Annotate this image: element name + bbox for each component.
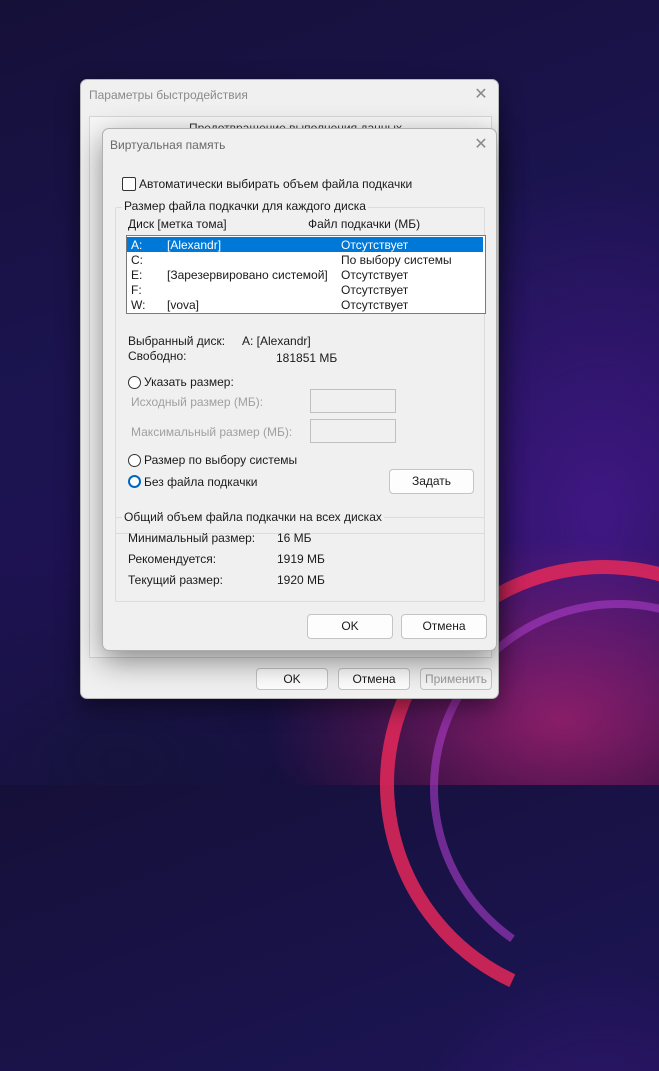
virtual-memory-title: Виртуальная память (110, 138, 226, 152)
recommended-value: 1919 МБ (277, 552, 325, 566)
set-button[interactable]: Задать (389, 469, 474, 494)
no-pagefile-radio[interactable] (128, 475, 141, 488)
max-size-label: Максимальный размер (МБ): (131, 425, 293, 439)
ok-button[interactable]: OK (307, 614, 393, 639)
back-cancel-button[interactable]: Отмена (338, 668, 410, 690)
drive-row[interactable]: E: [Зарезервировано системой] Отсутствуе… (127, 267, 483, 282)
column-header-disk: Диск [метка тома] (128, 217, 227, 231)
max-size-input[interactable] (310, 419, 396, 443)
drive-letter: C: (131, 253, 143, 267)
close-icon[interactable]: ✕ (474, 87, 488, 103)
initial-size-label: Исходный размер (МБ): (131, 395, 264, 409)
drive-row[interactable]: W: [vova] Отсутствует (127, 297, 483, 312)
system-managed-label[interactable]: Размер по выбору системы (144, 453, 297, 467)
per-disk-group-title: Размер файла подкачки для каждого диска (122, 199, 368, 213)
auto-manage-checkbox[interactable] (122, 177, 136, 191)
free-space-value: 181851 МБ (276, 351, 338, 365)
drive-letter: E: (131, 268, 143, 282)
back-apply-button[interactable]: Применить (420, 668, 492, 690)
system-managed-radio[interactable] (128, 454, 141, 467)
current-size-label: Текущий размер: (128, 573, 223, 587)
custom-size-radio[interactable] (128, 376, 141, 389)
initial-size-input[interactable] (310, 389, 396, 413)
close-icon[interactable]: ✕ (474, 137, 488, 153)
drive-pagefile: По выбору системы (341, 253, 452, 267)
drive-pagefile: Отсутствует (341, 283, 409, 297)
virtual-memory-window: Виртуальная память ✕ Автоматически выбир… (102, 128, 497, 651)
column-header-pagefile: Файл подкачки (МБ) (308, 217, 421, 231)
drive-letter: W: (131, 298, 146, 312)
drive-letter: F: (131, 283, 142, 297)
free-space-label: Свободно: (128, 349, 187, 363)
no-pagefile-label[interactable]: Без файла подкачки (144, 475, 257, 489)
selected-disk-value: A: [Alexandr] (242, 334, 311, 348)
drive-row[interactable]: A: [Alexandr] Отсутствует (127, 237, 483, 252)
current-size-value: 1920 МБ (277, 573, 325, 587)
auto-manage-label[interactable]: Автоматически выбирать объем файла подка… (139, 177, 412, 191)
custom-size-label[interactable]: Указать размер: (144, 375, 234, 389)
cancel-button[interactable]: Отмена (401, 614, 487, 639)
drive-pagefile: Отсутствует (341, 298, 409, 312)
min-size-label: Минимальный размер: (128, 531, 256, 545)
min-size-value: 16 МБ (277, 531, 312, 545)
drive-pagefile: Отсутствует (341, 268, 409, 282)
drive-label: [Alexandr] (167, 238, 222, 252)
drive-pagefile: Отсутствует (341, 238, 409, 252)
totals-group-title: Общий объем файла подкачки на всех диска… (122, 510, 384, 524)
selected-disk-label: Выбранный диск: (128, 334, 226, 348)
performance-options-title: Параметры быстродействия (89, 88, 248, 102)
back-ok-button[interactable]: OK (256, 668, 328, 690)
drive-row[interactable]: F: Отсутствует (127, 282, 483, 297)
drive-list[interactable]: A: [Alexandr] Отсутствует C: По выбору с… (126, 235, 486, 314)
drive-label: [Зарезервировано системой] (167, 268, 328, 282)
drive-label: [vova] (167, 298, 200, 312)
recommended-label: Рекомендуется: (128, 552, 217, 566)
drive-row[interactable]: C: По выбору системы (127, 252, 483, 267)
drive-letter: A: (131, 238, 143, 252)
performance-options-titlebar: Параметры быстродействия ✕ (81, 80, 498, 110)
virtual-memory-content: Автоматически выбирать объем файла подка… (110, 161, 489, 605)
